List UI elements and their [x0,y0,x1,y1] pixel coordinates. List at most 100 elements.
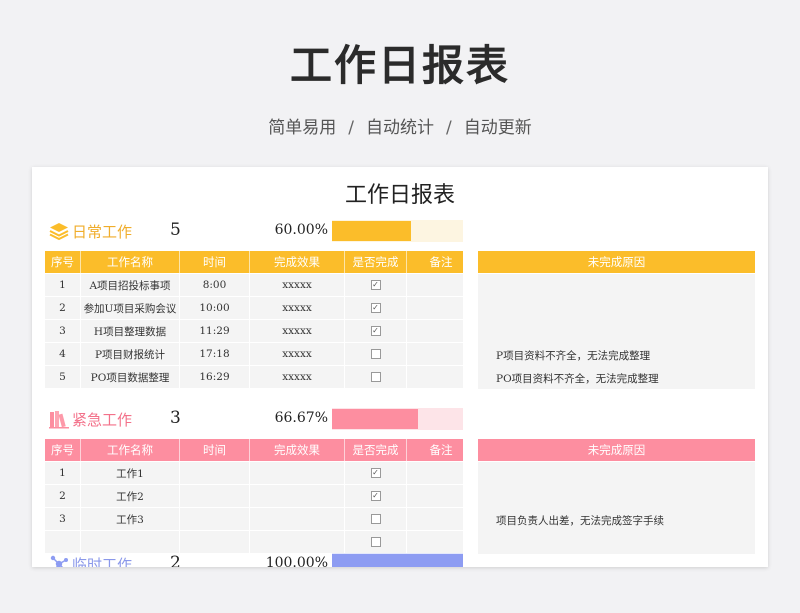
section-percent: 60.00% [274,222,328,238]
feature-easy: 简单易用 [268,118,337,138]
section-header: 日常工作 5 60.00% [32,218,768,244]
reason-header[interactable]: 未完成原因 [478,439,755,461]
reason-text: PO项目资料不齐全，无法完成整理 [496,373,659,385]
column-header[interactable]: 时间 [180,439,250,461]
section-header: 紧急工作 3 66.67% [32,406,768,432]
section-count: 2 [170,553,181,567]
cell-name: A项目招投标事项 [81,274,180,296]
section-percent: 100.00% [265,555,328,567]
cell-no: 5 [45,366,81,388]
sheet-title: 工作日报表 [344,183,455,208]
cell-note [407,531,476,553]
cell-name: 工作3 [81,508,180,530]
cell-note [407,366,476,388]
column-header[interactable]: 工作名称 [81,251,180,273]
cell-done[interactable] [345,508,407,530]
column-header[interactable]: 是否完成 [345,439,407,461]
column-header[interactable]: 时间 [180,251,250,273]
section-header: 临时工作 2 100.00% [32,551,768,567]
table-row: 5 PO项目数据整理 16:29 xxxxx [45,366,476,389]
column-header[interactable]: 备注 [407,439,476,461]
reason-text: 项目负责人出差，无法完成签字手续 [496,515,664,527]
cell-no: 2 [45,297,81,319]
separator: / [348,118,354,138]
checkbox-empty-icon[interactable] [370,537,381,547]
checkbox-checked-icon[interactable]: ✓ [370,303,381,313]
checkbox-checked-icon[interactable]: ✓ [370,491,381,501]
section-count: 5 [170,220,181,240]
checkbox-empty-icon[interactable] [370,514,381,524]
cell-done[interactable]: ✓ [345,462,407,484]
cell-time [180,485,250,507]
column-header[interactable]: 序号 [45,251,81,273]
cell-name: 参加U项目采购会议 [81,297,180,319]
cell-time: 17:18 [180,343,250,365]
column-header[interactable]: 是否完成 [345,251,407,273]
cell-no: 1 [45,274,81,296]
cell-time: 8:00 [180,274,250,296]
column-header[interactable]: 完成效果 [250,439,345,461]
column-header[interactable]: 序号 [45,439,81,461]
table-row: 4 P项目财报统计 17:18 xxxxx [45,343,476,366]
checkbox-empty-icon[interactable] [370,349,381,359]
cell-effect [250,462,345,484]
checkbox-checked-icon[interactable]: ✓ [370,468,381,478]
cell-time [180,462,250,484]
separator: / [446,118,452,138]
cell-effect [250,508,345,530]
cell-note [407,274,476,296]
cell-name: 工作2 [81,485,180,507]
cell-time [180,531,250,553]
table-header-row: 序号 工作名称 时间 完成效果 是否完成 备注 [45,439,476,461]
column-header[interactable]: 完成效果 [250,251,345,273]
progress-bar [332,408,463,430]
column-header[interactable]: 备注 [407,251,476,273]
column-header[interactable]: 工作名称 [81,439,180,461]
section-name: 临时工作 [72,556,133,567]
cell-no: 2 [45,485,81,507]
cell-note [407,462,476,484]
table-row: 3 H项目整理数据 11:29 xxxxx ✓ [45,320,476,343]
cell-effect: xxxxx [250,366,345,388]
table-row: 1 A项目招投标事项 8:00 xxxxx ✓ [45,274,476,297]
table-row: 2 工作2 ✓ [45,485,476,508]
feature-auto-stats: 自动统计 [366,118,434,138]
hero-subtitle: 简单易用 / 自动统计 / 自动更新 [0,113,800,138]
section-count: 3 [170,408,181,428]
spreadsheet-preview: 工作日报表 日常工作 5 60.00% 序号 工作名称 时间 完成效果 是否完成 备注 未完成原因… [32,167,768,567]
cell-done[interactable] [345,366,407,388]
cell-effect: xxxxx [250,343,345,365]
cell-done[interactable]: ✓ [345,274,407,296]
cell-note [407,485,476,507]
checkbox-checked-icon[interactable]: ✓ [370,326,381,336]
cell-done[interactable]: ✓ [345,485,407,507]
checkbox-checked-icon[interactable]: ✓ [370,280,381,290]
cell-no: 3 [45,320,81,342]
progress-fill [332,554,463,567]
checkbox-empty-icon[interactable] [370,372,381,382]
reason-header[interactable]: 未完成原因 [478,251,755,273]
cell-done[interactable] [345,343,407,365]
feature-auto-update: 自动更新 [463,118,532,138]
cell-note [407,508,476,530]
cell-name: PO项目数据整理 [81,366,180,388]
section-percent: 66.67% [274,410,328,426]
cell-done[interactable]: ✓ [345,320,407,342]
section-name: 紧急工作 [72,411,133,429]
cell-time [180,508,250,530]
cell-name: P项目财报统计 [81,343,180,365]
cell-time: 11:29 [180,320,250,342]
cell-note [407,297,476,319]
cell-no: 1 [45,462,81,484]
progress-bar [332,553,463,567]
cell-done[interactable] [345,531,407,553]
cell-note [407,320,476,342]
network-nodes-icon [48,553,70,567]
cell-effect: xxxxx [250,297,345,319]
cell-time: 16:29 [180,366,250,388]
cell-done[interactable]: ✓ [345,297,407,319]
progress-bar [332,220,463,242]
cell-name: H项目整理数据 [81,320,180,342]
table-body: 1 A项目招投标事项 8:00 xxxxx ✓ 2 参加U项目采购会议 10:00 xxxxx ✓… [45,274,476,389]
table-body: 1 工作1 ✓ 2 工作2 ✓ 3 工作3 [45,462,476,554]
